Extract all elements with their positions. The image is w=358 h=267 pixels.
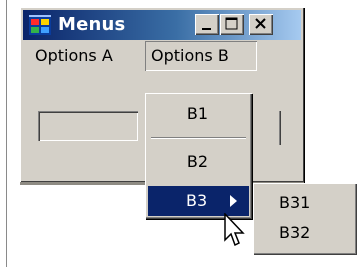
menu-bar: Options A Options B — [23, 41, 301, 71]
window-title: Menus — [58, 14, 126, 35]
maximize-icon — [225, 17, 238, 30]
menu-item-b32[interactable]: B32 — [279, 219, 310, 247]
application-icon — [29, 15, 51, 35]
maximize-button[interactable] — [220, 14, 244, 35]
menu-options-a[interactable]: Options A — [29, 41, 119, 71]
title-bar[interactable]: Menus — [23, 10, 301, 40]
b3-submenu: B31 B32 — [253, 183, 357, 255]
menu-item-b3[interactable]: B3 — [148, 186, 249, 216]
text-input-edge — [267, 111, 281, 145]
page-edge-line — [6, 0, 7, 267]
chevron-right-icon — [230, 195, 237, 207]
menu-item-b31[interactable]: B31 — [279, 189, 310, 217]
menu-item-b2[interactable]: B2 — [147, 149, 248, 175]
close-button[interactable] — [249, 14, 273, 35]
close-icon — [255, 18, 266, 29]
minimize-button[interactable] — [195, 14, 219, 35]
options-b-dropdown: B1 B2 B3 — [145, 93, 252, 219]
text-input[interactable] — [38, 111, 138, 141]
mouse-pointer-icon — [224, 213, 245, 247]
menu-item-b3-label: B3 — [186, 191, 208, 210]
minimize-icon — [202, 28, 211, 30]
menu-item-b1[interactable]: B1 — [147, 101, 248, 127]
menu-separator — [151, 137, 246, 139]
menu-options-b[interactable]: Options B — [145, 41, 257, 71]
